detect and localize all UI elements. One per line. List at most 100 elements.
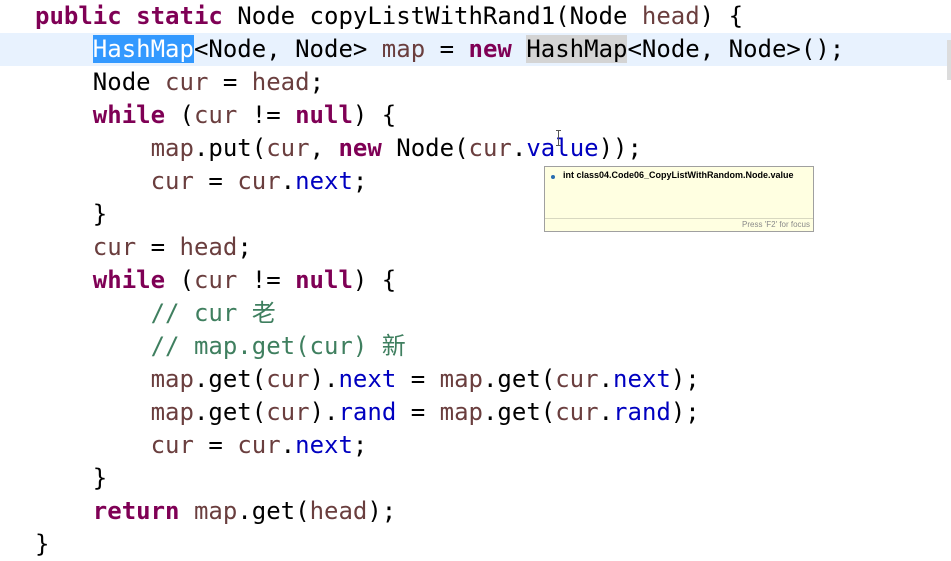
code-token: = [208, 68, 252, 96]
code-token: ; [309, 68, 325, 96]
hover-footer: Press 'F2' for focus [545, 218, 813, 231]
code-token: new [468, 35, 512, 63]
code-token: = [396, 398, 440, 426]
code-token: } [35, 530, 50, 558]
code-editor[interactable]: public static Node copyListWithRand1(Nod… [0, 0, 951, 561]
code-token: cur [266, 365, 310, 393]
code-token: . [280, 167, 296, 195]
code-token: .put( [193, 134, 267, 162]
code-line[interactable]: while (cur != null) { [0, 99, 951, 132]
code-line[interactable]: map.get(cur).rand = map.get(cur.rand); [0, 396, 951, 429]
code-token: cur [193, 101, 238, 129]
code-line[interactable]: Node cur = head; [0, 66, 951, 99]
code-line[interactable]: // map.get(cur) 新 [0, 330, 951, 363]
code-token: .get( [482, 365, 556, 393]
code-token: ; [237, 233, 252, 261]
code-token: head [179, 233, 238, 261]
code-token: ) { [352, 101, 397, 129]
code-token: new [338, 134, 382, 162]
code-line[interactable]: } [0, 462, 951, 495]
code-token: . [511, 134, 527, 162]
code-token: cur [555, 365, 599, 393]
scrollbar-thumb[interactable] [947, 40, 951, 80]
code-token: rand [613, 398, 671, 426]
code-token: map [439, 398, 483, 426]
code-token: rand [338, 398, 397, 426]
code-token: while [92, 266, 166, 294]
code-token: ). [309, 398, 339, 426]
code-token: return [92, 497, 180, 525]
field-dot-icon [551, 175, 555, 179]
code-line-current[interactable]: HashMap<Node, Node> map = new HashMap<No… [0, 33, 951, 66]
code-token: <Node, Node>(); [627, 35, 845, 63]
code-token: value [526, 134, 599, 162]
code-token: cur [92, 233, 137, 261]
code-line[interactable]: cur = cur.next; [0, 429, 951, 462]
code-token: cur [237, 167, 281, 195]
code-line[interactable]: while (cur != null) { [0, 264, 951, 297]
code-token: ) { [699, 2, 744, 30]
code-token: != [237, 266, 296, 294]
code-line[interactable]: map.get(cur).next = map.get(cur.next); [0, 363, 951, 396]
code-token: = [136, 233, 180, 261]
code-token: ; [352, 167, 368, 195]
code-token: // cur 老 [150, 299, 276, 327]
code-token: while [92, 101, 166, 129]
code-token: map [439, 365, 483, 393]
code-token: cur [150, 167, 194, 195]
code-token: = [396, 365, 440, 393]
code-token: != [237, 101, 296, 129]
code-token: .get( [193, 398, 267, 426]
code-line[interactable]: cur = head; [0, 231, 951, 264]
code-token: cur [193, 266, 238, 294]
code-token: head [641, 2, 700, 30]
code-token: null [295, 266, 353, 294]
code-token: .get( [237, 497, 310, 525]
code-token: Node [92, 68, 166, 96]
code-token: ( [165, 266, 194, 294]
code-line[interactable]: map.put(cur, new Node(cur.value)); [0, 132, 951, 165]
hover-signature: int class04.Code06_CopyListWithRandom.No… [563, 170, 794, 180]
code-token: = [193, 167, 238, 195]
code-line[interactable]: // cur 老 [0, 297, 951, 330]
code-token: } [92, 200, 108, 228]
code-token: map [193, 497, 238, 525]
code-token: next [295, 431, 353, 459]
code-line[interactable]: } [0, 528, 951, 561]
occurrence-highlight: HashMap [526, 35, 628, 63]
code-token: head [309, 497, 368, 525]
code-token: Node( [381, 134, 469, 162]
code-token: cur [555, 398, 599, 426]
code-token: <Node, Node> [193, 35, 382, 63]
code-line[interactable]: public static Node copyListWithRand1(Nod… [0, 0, 951, 33]
code-token: , [309, 134, 339, 162]
code-token: cur [150, 431, 194, 459]
code-token: next [295, 167, 353, 195]
code-token: // map.get(cur) 新 [150, 332, 406, 360]
code-token: cur [237, 431, 281, 459]
code-token: cur [165, 68, 209, 96]
code-token: map [150, 398, 194, 426]
code-token: ); [670, 398, 700, 426]
code-token: = [425, 35, 469, 63]
code-token: head [251, 68, 310, 96]
code-token: cur [468, 134, 512, 162]
code-token: cur [266, 398, 310, 426]
code-line[interactable]: return map.get(head); [0, 495, 951, 528]
ibeam-cursor-icon [556, 130, 562, 146]
javadoc-hover-popup[interactable]: int class04.Code06_CopyListWithRandom.No… [544, 166, 814, 232]
